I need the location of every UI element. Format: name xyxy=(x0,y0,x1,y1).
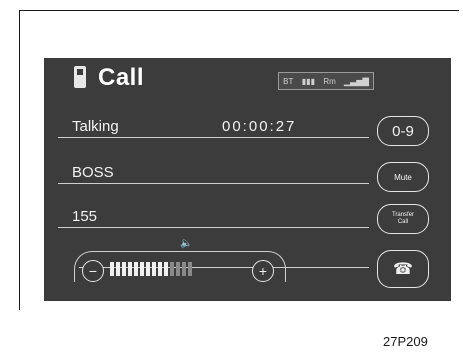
volume-bar xyxy=(170,262,174,276)
keypad-button[interactable]: 0-9 xyxy=(377,116,429,146)
call-screen: Call BT ▮▮▮ Rm ▁▃▅▇ Talking 00:00:27 BOS… xyxy=(44,58,451,301)
transfer-label-line1: Transfer xyxy=(391,212,415,218)
call-status-text: Talking xyxy=(72,118,119,135)
bluetooth-indicator: BT xyxy=(283,76,294,86)
call-timer: 00:00:27 xyxy=(222,118,297,135)
speaker-icon: 🔈 xyxy=(180,238,193,249)
mute-button[interactable]: Mute xyxy=(377,162,429,192)
phone-hangup-icon: ☎ xyxy=(393,261,413,278)
divider xyxy=(58,183,369,184)
volume-bar xyxy=(116,262,120,276)
status-indicator-bar: BT ▮▮▮ Rm ▁▃▅▇ xyxy=(278,72,374,90)
volume-down-button[interactable]: − xyxy=(82,260,104,282)
divider xyxy=(58,227,369,228)
contact-name: BOSS xyxy=(72,164,114,181)
volume-bar xyxy=(176,262,180,276)
figure-caption: 27P209 xyxy=(383,334,428,349)
divider xyxy=(58,137,369,138)
battery-icon: ▮▮▮ xyxy=(301,76,315,86)
volume-bar xyxy=(182,262,186,276)
signal-strength-icon: ▁▃▅▇ xyxy=(344,76,369,86)
roaming-indicator: Rm xyxy=(323,76,336,86)
volume-bar xyxy=(152,262,156,276)
transfer-label-line2: Call xyxy=(397,219,409,225)
transfer-call-button[interactable]: Transfer Call xyxy=(377,204,429,234)
page-title: Call xyxy=(98,64,145,91)
volume-bar xyxy=(110,262,114,276)
volume-bar xyxy=(188,262,192,276)
volume-bar xyxy=(122,262,126,276)
volume-level-bars xyxy=(110,262,192,276)
phone-number: 155 xyxy=(72,208,98,225)
volume-bar xyxy=(140,262,144,276)
volume-bar xyxy=(164,262,168,276)
volume-bar xyxy=(128,262,132,276)
volume-up-button[interactable]: + xyxy=(252,260,274,282)
volume-bar xyxy=(146,262,150,276)
end-call-button[interactable]: ☎ xyxy=(377,250,429,288)
volume-bar xyxy=(158,262,162,276)
volume-bar xyxy=(134,262,138,276)
phone-icon xyxy=(74,66,86,88)
